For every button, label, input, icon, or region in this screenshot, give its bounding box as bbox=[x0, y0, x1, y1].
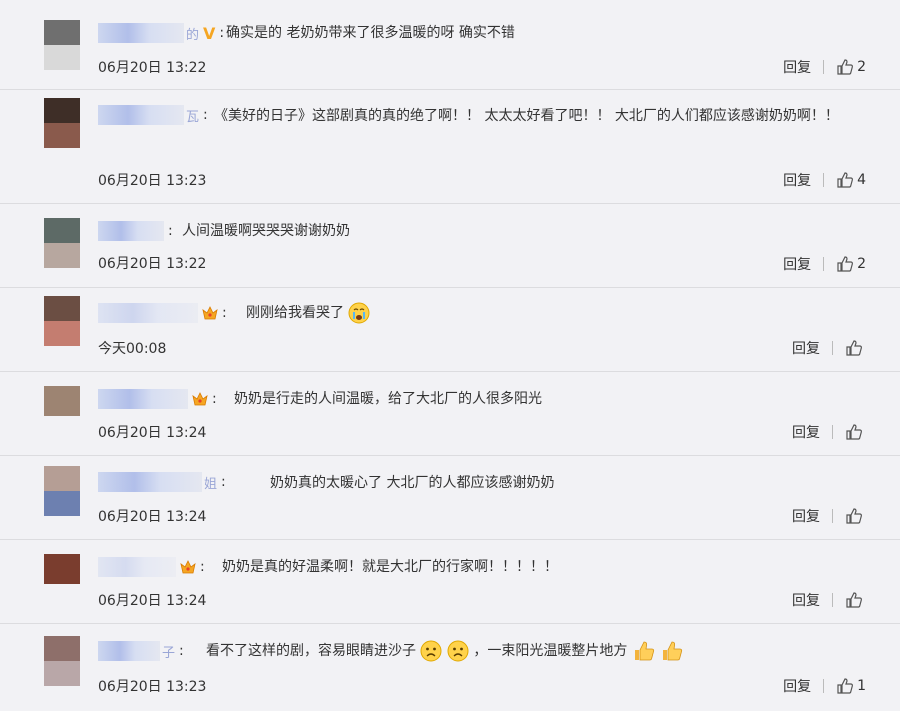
comment-item: : 刚刚给我看哭了 今天00:08 回复 bbox=[0, 288, 900, 372]
username-blur bbox=[98, 641, 160, 661]
reply-button[interactable]: 回复 bbox=[783, 170, 811, 190]
comment-actions: 回复 bbox=[792, 338, 866, 358]
like-count: 1 bbox=[857, 678, 866, 694]
like-count: 4 bbox=[857, 172, 866, 188]
comment-list: 的 V : 确实是的 老奶奶带来了很多温暖的呀 确实不错 06月20日 13:2… bbox=[0, 0, 900, 711]
crown-icon bbox=[202, 306, 218, 320]
comment-actions: 回复 bbox=[792, 590, 866, 610]
comment-time: 06月20日 13:24 bbox=[98, 509, 207, 525]
username[interactable]: 姐 : bbox=[98, 471, 232, 493]
username[interactable]: : bbox=[98, 302, 233, 324]
like-button[interactable] bbox=[845, 591, 866, 609]
comment-item: 子 : 看不了这样的剧，容易眼睛进沙子 ，一束阳光温暖整片地方 06月20日 1… bbox=[0, 624, 900, 711]
avatar[interactable] bbox=[44, 386, 80, 416]
username[interactable]: 的 V : bbox=[98, 22, 230, 44]
comment-item: : 奶奶是行走的人间温暖，给了大北厂的人很多阳光 06月20日 13:24 回复 bbox=[0, 372, 900, 456]
thumbs-up-icon bbox=[846, 340, 862, 356]
comment-text: 看不了这样的剧，容易眼睛进沙子 ，一束阳光温暖整片地方 bbox=[206, 639, 684, 663]
comment-actions: 回复 2 bbox=[783, 57, 866, 77]
comment-text: 刚刚给我看哭了 bbox=[246, 301, 370, 325]
username-blur bbox=[98, 303, 198, 323]
reply-button[interactable]: 回复 bbox=[792, 338, 820, 358]
thumbs-up-emoji-icon bbox=[663, 641, 683, 661]
comment-actions: 回复 4 bbox=[783, 170, 866, 190]
comment-time: 06月20日 13:23 bbox=[98, 173, 207, 189]
comment-time: 06月20日 13:22 bbox=[98, 60, 207, 76]
comment-text: 奶奶是真的好温柔啊！就是大北厂的行家啊！！！！！ bbox=[222, 559, 558, 575]
reply-button[interactable]: 回复 bbox=[783, 254, 811, 274]
avatar[interactable] bbox=[44, 296, 80, 346]
reply-button[interactable]: 回复 bbox=[783, 57, 811, 77]
avatar[interactable] bbox=[44, 636, 80, 686]
avatar[interactable] bbox=[44, 554, 80, 584]
comment-actions: 回复 2 bbox=[783, 254, 866, 274]
username[interactable]: : bbox=[98, 388, 223, 410]
username[interactable]: 瓦 : bbox=[98, 104, 214, 126]
username-blur bbox=[98, 557, 176, 577]
comment-actions: 回复 bbox=[792, 422, 866, 442]
verified-v-icon: V bbox=[203, 23, 216, 43]
thumbs-up-icon bbox=[837, 59, 854, 75]
sad-emoji-icon bbox=[447, 640, 469, 662]
comment-time: 今天00:08 bbox=[98, 341, 167, 357]
like-button[interactable] bbox=[845, 423, 866, 441]
thumbs-up-icon bbox=[837, 172, 854, 188]
username[interactable]: 子 : bbox=[98, 640, 190, 662]
comment-text: 确实是的 老奶奶带来了很多温暖的呀 确实不错 bbox=[226, 25, 515, 41]
reply-button[interactable]: 回复 bbox=[792, 590, 820, 610]
like-button[interactable] bbox=[845, 507, 866, 525]
thumbs-up-icon bbox=[846, 592, 862, 608]
comment-item: : 人间温暖啊哭哭哭谢谢奶奶 06月20日 13:22 回复 2 bbox=[0, 204, 900, 288]
comment-item: : 奶奶是真的好温柔啊！就是大北厂的行家啊！！！！！ 06月20日 13:24 … bbox=[0, 540, 900, 624]
like-count: 2 bbox=[857, 256, 866, 272]
comment-time: 06月20日 13:24 bbox=[98, 425, 207, 441]
comment-time: 06月20日 13:23 bbox=[98, 679, 207, 695]
username-blur bbox=[98, 23, 184, 43]
reply-button[interactable]: 回复 bbox=[792, 506, 820, 526]
like-button[interactable]: 2 bbox=[836, 255, 866, 273]
like-button[interactable] bbox=[845, 339, 866, 357]
username-tail: 的 bbox=[186, 27, 200, 43]
reply-button[interactable]: 回复 bbox=[783, 676, 811, 696]
comment-time: 06月20日 13:22 bbox=[98, 256, 207, 272]
crown-icon bbox=[180, 560, 196, 574]
comment-text: 人间温暖啊哭哭哭谢谢奶奶 bbox=[182, 223, 350, 239]
username-blur bbox=[98, 105, 184, 125]
comment-text: 奶奶真的太暖心了 大北厂的人都应该感谢奶奶 bbox=[270, 475, 555, 491]
like-count: 2 bbox=[857, 59, 866, 75]
username-blur bbox=[98, 472, 202, 492]
comment-time: 06月20日 13:24 bbox=[98, 593, 207, 609]
comment-item: 的 V : 确实是的 老奶奶带来了很多温暖的呀 确实不错 06月20日 13:2… bbox=[0, 0, 900, 90]
username-tail: 瓦 bbox=[186, 109, 200, 125]
username[interactable]: : bbox=[98, 220, 179, 242]
comment-actions: 回复 1 bbox=[783, 676, 866, 696]
thumbs-up-emoji-icon bbox=[634, 641, 654, 661]
comment-actions: 回复 bbox=[792, 506, 866, 526]
sad-emoji-icon bbox=[420, 640, 442, 662]
avatar[interactable] bbox=[44, 466, 80, 516]
comment-item: 姐 : 奶奶真的太暖心了 大北厂的人都应该感谢奶奶 06月20日 13:24 回… bbox=[0, 456, 900, 540]
username[interactable]: : bbox=[98, 556, 211, 578]
reply-button[interactable]: 回复 bbox=[792, 422, 820, 442]
like-button[interactable]: 4 bbox=[836, 171, 866, 189]
thumbs-up-icon bbox=[846, 508, 862, 524]
thumbs-up-icon bbox=[837, 678, 854, 694]
username-blur bbox=[98, 389, 188, 409]
avatar[interactable] bbox=[44, 218, 80, 268]
like-button[interactable]: 1 bbox=[836, 677, 866, 695]
thumbs-up-icon bbox=[846, 424, 862, 440]
username-tail: 姐 bbox=[204, 476, 218, 492]
crown-icon bbox=[192, 392, 208, 406]
avatar[interactable] bbox=[44, 98, 80, 148]
thumbs-up-icon bbox=[837, 256, 854, 272]
crying-emoji-icon bbox=[348, 302, 370, 324]
comment-item: 瓦 : 《美好的日子》这部剧真的真的绝了啊！！ 太太太好看了吧！！ 大北厂的人们… bbox=[0, 90, 900, 204]
comment-text: 《美好的日子》这部剧真的真的绝了啊！！ 太太太好看了吧！！ 大北厂的人们都应该感… bbox=[214, 108, 839, 124]
avatar[interactable] bbox=[44, 20, 80, 70]
username-tail: 子 bbox=[162, 645, 176, 661]
comment-text: 奶奶是行走的人间温暖，给了大北厂的人很多阳光 bbox=[234, 391, 542, 407]
username-blur bbox=[98, 221, 164, 241]
like-button[interactable]: 2 bbox=[836, 58, 866, 76]
